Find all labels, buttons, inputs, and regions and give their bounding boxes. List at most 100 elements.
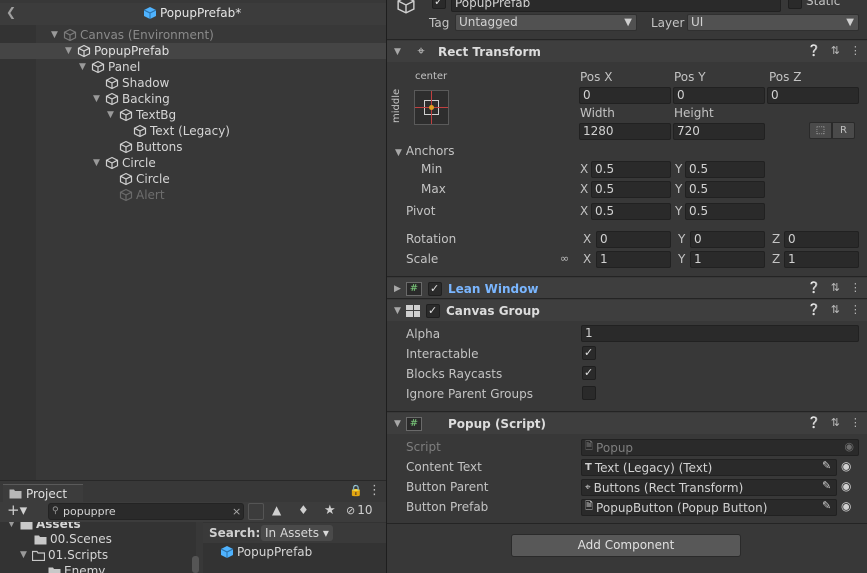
back-arrow-icon[interactable]: ❮ [6,5,16,19]
active-checkbox[interactable]: ✓ [432,0,446,9]
hierarchy-item-circle-child[interactable]: Circle [119,171,170,187]
clear-search-icon[interactable]: × [232,504,241,519]
button-prefab-field[interactable]: 🗎 PopupButton (Popup Button) [581,499,837,516]
collapse-arrow-icon[interactable]: ▶ [394,284,406,294]
rect-transform-header[interactable]: ▼ ⌖ Rect Transform [387,41,867,62]
folder-tree-item[interactable]: 00.Scenes [34,531,112,547]
tab-project[interactable]: Project [3,484,83,502]
tag-dropdown[interactable]: Untagged ▼ [455,14,637,31]
filter-by-type-icon[interactable]: ▲ [272,503,281,517]
lean-window-enabled-checkbox[interactable]: ✓ [428,281,442,296]
blocks-raycasts-checkbox[interactable]: ✓ [582,366,596,380]
pivot-x-field[interactable]: 0.5 [591,203,671,220]
folder-tree-item[interactable]: Enemy [48,563,105,573]
canvas-group-enabled-checkbox[interactable]: ✓ [426,303,440,318]
anchors-foldout[interactable]: ▼ Anchors [395,144,454,158]
favorite-star-icon[interactable]: ★ [324,503,336,518]
static-checkbox[interactable] [788,0,802,9]
more-options-icon[interactable]: ⋮ [850,416,861,429]
search-scope-dropdown[interactable]: In Assets ▾ [261,525,333,541]
anchor-max-y-field[interactable]: 0.5 [685,181,765,198]
button-parent-field[interactable]: ⌖ Buttons (Rect Transform) [581,479,837,496]
hierarchy-item-textbg[interactable]: ▼ TextBg [107,107,176,123]
width-field[interactable]: 1280 [579,123,671,140]
expand-arrow-icon[interactable]: ▼ [93,94,105,104]
folder-tree-item[interactable]: ▼ 01.Scripts [20,547,108,563]
lean-window-header[interactable]: ▶ # ✓ Lean Window [387,278,867,299]
expand-arrow-icon[interactable]: ▼ [394,306,406,316]
expand-arrow-icon[interactable]: ▼ [394,47,406,57]
create-plus-icon[interactable]: +▾ [7,503,27,518]
hierarchy-item-text-legacy[interactable]: Text (Legacy) [133,123,230,139]
lock-icon[interactable]: 🔒 [349,484,363,497]
presets-icon[interactable]: ⇅ [831,303,840,316]
alpha-field[interactable]: 1 [581,325,859,342]
hierarchy-item-alert[interactable]: Alert [119,187,165,203]
help-icon[interactable]: ❔ [807,303,821,316]
add-component-button[interactable]: Add Component [511,534,741,557]
project-search-input[interactable]: ⚲ popuppre × [48,503,244,520]
search-by-type-icon[interactable] [248,503,264,520]
pos-x-field[interactable]: 0 [579,87,671,104]
blueprint-mode-button[interactable]: ⬚ [809,122,832,139]
pencil-edit-icon[interactable]: ✎ [822,479,831,492]
popup-script-header[interactable]: ▼ # Popup (Script) [387,413,867,434]
anchor-presets-button[interactable] [414,90,449,125]
expand-arrow-icon[interactable]: ▼ [93,158,105,168]
presets-icon[interactable]: ⇅ [831,44,840,57]
pivot-y-field[interactable]: 0.5 [685,203,765,220]
content-text-field[interactable]: T Text (Legacy) (Text) [581,459,837,476]
hierarchy-item-backing[interactable]: ▼ Backing [93,91,170,107]
scale-y-field[interactable]: 1 [690,251,765,268]
object-picker-icon[interactable]: ◉ [841,479,851,493]
rotation-y-field[interactable]: 0 [690,231,765,248]
hidden-packages-toggle[interactable]: ⊘ 10 [346,503,373,517]
expand-arrow-icon[interactable]: ▼ [8,522,20,529]
anchor-min-x-field[interactable]: 0.5 [591,161,671,178]
ignore-parent-groups-checkbox[interactable] [582,386,596,400]
hierarchy-item-panel[interactable]: ▼ Panel [79,59,140,75]
anchor-min-y-field[interactable]: 0.5 [685,161,765,178]
link-icon[interactable]: ∞ [560,252,569,265]
pencil-edit-icon[interactable]: ✎ [822,459,831,472]
more-options-icon[interactable]: ⋮ [850,303,861,316]
scale-z-field[interactable]: 1 [784,251,859,268]
expand-arrow-icon[interactable]: ▼ [107,110,119,120]
object-name-field[interactable]: PopupPrefab [451,0,781,12]
rotation-x-field[interactable]: 0 [596,231,671,248]
hierarchy-item-canvas[interactable]: ▼ Canvas (Environment) [51,27,214,43]
hierarchy-item-popupprefab[interactable]: ▼ PopupPrefab [65,43,169,59]
filter-by-label-icon[interactable]: ♦ [298,503,309,517]
more-options-icon[interactable]: ⋮ [368,483,381,498]
pos-z-field[interactable]: 0 [767,87,859,104]
layer-dropdown[interactable]: UI ▼ [687,14,859,31]
canvas-group-header[interactable]: ▼ ✓ Canvas Group [387,300,867,321]
scale-x-field[interactable]: 1 [596,251,671,268]
presets-icon[interactable]: ⇅ [831,416,840,429]
result-item[interactable]: PopupPrefab [220,544,312,560]
lean-window-title[interactable]: Lean Window [448,282,538,296]
pos-y-field[interactable]: 0 [673,87,765,104]
pencil-edit-icon[interactable]: ✎ [822,499,831,512]
more-options-icon[interactable]: ⋮ [850,281,861,294]
rotation-z-field[interactable]: 0 [784,231,859,248]
expand-arrow-icon[interactable]: ▼ [51,30,63,40]
expand-arrow-icon[interactable]: ▼ [20,550,32,560]
help-icon[interactable]: ❔ [807,416,821,429]
height-field[interactable]: 720 [673,123,765,140]
raw-edit-button[interactable]: R [832,122,855,139]
object-picker-icon[interactable]: ◉ [841,459,851,473]
more-options-icon[interactable]: ⋮ [850,44,861,57]
tree-scrollbar[interactable] [192,556,199,573]
expand-arrow-icon[interactable]: ▼ [394,419,406,429]
presets-icon[interactable]: ⇅ [831,281,840,294]
anchor-max-x-field[interactable]: 0.5 [591,181,671,198]
object-picker-icon[interactable]: ◉ [841,499,851,513]
hierarchy-item-buttons[interactable]: Buttons [119,139,182,155]
help-icon[interactable]: ❔ [807,281,821,294]
expand-arrow-icon[interactable]: ▼ [79,62,91,72]
interactable-checkbox[interactable]: ✓ [582,346,596,360]
hierarchy-item-shadow[interactable]: Shadow [105,75,169,91]
expand-arrow-icon[interactable]: ▼ [65,46,77,56]
hierarchy-item-circle-parent[interactable]: ▼ Circle [93,155,156,171]
